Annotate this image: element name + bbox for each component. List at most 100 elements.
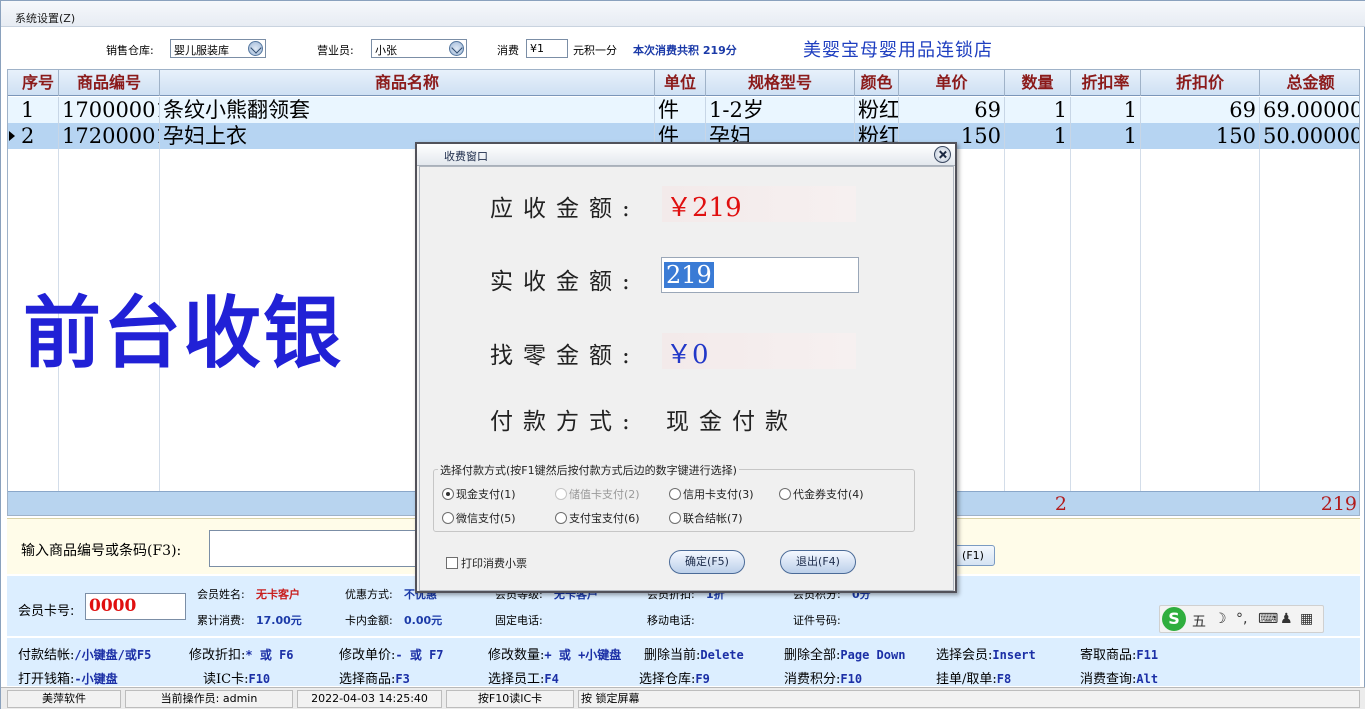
clerk-select[interactable]: 小张 <box>371 39 467 58</box>
print-receipt-checkbox[interactable]: 打印消费小票 <box>446 555 527 571</box>
card-number-input[interactable]: 0000 <box>85 593 186 620</box>
shortcut-cash-drawer: 打开钱箱:-小键盘 <box>18 668 118 687</box>
shortcut-panel: 付款结帐:/小键盘/或F5 修改折扣:* 或 F6 修改单价:- 或 F7 修改… <box>7 638 1360 687</box>
radio-cash[interactable]: 现金支付(1) <box>442 486 516 502</box>
exit-button[interactable]: 退出(F4) <box>780 550 856 574</box>
radio-alipay[interactable]: 支付宝支付(6) <box>555 510 640 526</box>
col-header[interactable]: 序号 <box>18 70 59 96</box>
radio-combined[interactable]: 联合结帐(7) <box>669 510 743 526</box>
member-name-value: 无卡客户 <box>256 588 300 601</box>
menu-system-settings[interactable]: 系统设置(Z) <box>15 10 75 26</box>
shortcut-key: F11 <box>1136 648 1159 662</box>
received-label: 实收金额: <box>490 269 640 295</box>
punctuation-icon[interactable]: °, <box>1236 611 1247 627</box>
col-header[interactable]: 单价 <box>899 70 1005 96</box>
shortcut-key: F10 <box>248 672 271 686</box>
radio-wechat[interactable]: 微信支付(5) <box>442 510 516 526</box>
id-number-label: 证件号码: <box>793 614 841 627</box>
cell-code: 17200001 <box>59 123 160 149</box>
chevron-down-icon[interactable] <box>449 41 464 56</box>
grid-header: 序号 商品编号 商品名称 单位 规格型号 颜色 单价 数量 折扣率 折扣价 总金… <box>8 70 1359 96</box>
cell-no: 1 <box>18 97 59 123</box>
moon-icon[interactable]: ☽ <box>1214 611 1227 627</box>
warehouse-select[interactable]: 婴儿服装库 <box>170 39 266 58</box>
ime-mode[interactable]: 五 <box>1192 611 1206 631</box>
receivable-value: ￥219 <box>666 193 742 223</box>
col-header[interactable]: 颜色 <box>855 70 899 96</box>
shortcut-query: 消费查询:Alt <box>1080 668 1158 687</box>
close-icon[interactable] <box>934 146 951 163</box>
shortcut-key: - 或 F7 <box>395 648 444 662</box>
total-spend-value: 17.00元 <box>256 614 302 627</box>
cell-total: 50.00000 <box>1263 124 1360 148</box>
col-header[interactable]: 折扣率 <box>1071 70 1141 96</box>
shortcut-label: 寄取商品: <box>1080 648 1137 663</box>
keyboard-icon[interactable]: ⌨ <box>1258 611 1278 627</box>
shortcut-label: 选择商品: <box>339 672 396 687</box>
col-header[interactable]: 商品名称 <box>160 70 655 96</box>
shortcut-key: F9 <box>695 672 710 686</box>
confirm-button[interactable]: 确定(F5) <box>669 550 745 574</box>
shortcut-label: 消费积分: <box>784 672 841 687</box>
barcode-label: 输入商品编号或条码(F3): <box>21 543 182 559</box>
card-balance-label: 卡内金额: <box>345 614 393 627</box>
shortcut-label: 修改数量: <box>488 648 545 663</box>
ime-logo-icon[interactable]: S <box>1162 607 1186 631</box>
grid-menu-icon[interactable]: ▦ <box>1300 611 1313 627</box>
shortcut-key: Page Down <box>840 648 906 662</box>
received-amount-input[interactable]: 219 <box>661 257 859 293</box>
shortcut-select-warehouse: 选择仓库:F9 <box>639 668 710 687</box>
card-balance-value: 0.00元 <box>404 614 443 627</box>
col-header[interactable]: 规格型号 <box>706 70 855 96</box>
consume-input[interactable]: ¥1 <box>526 39 568 58</box>
shortcut-select-product: 选择商品:F3 <box>339 668 410 687</box>
dialog-title-bar[interactable]: 收费窗口 <box>417 144 955 166</box>
col-header[interactable]: 单位 <box>655 70 706 96</box>
shortcut-read-ic: 读IC卡:F10 <box>203 668 270 687</box>
radio-icon <box>555 512 567 524</box>
col-header[interactable]: 折扣价 <box>1141 70 1260 96</box>
method-value: 现金付款 <box>666 409 798 435</box>
shortcut-points: 消费积分:F10 <box>784 668 862 687</box>
change-value: ￥0 <box>666 340 709 370</box>
warehouse-label: 销售仓库: <box>106 44 154 57</box>
cell-price: 69 <box>899 97 1005 123</box>
col-header[interactable]: 总金额 <box>1260 70 1359 96</box>
shortcut-price: 修改单价:- 或 F7 <box>339 644 444 663</box>
radio-label: 代金券支付(4) <box>793 488 864 501</box>
cell-rate: 1 <box>1071 97 1141 123</box>
shortcut-label: 选择员工: <box>488 672 545 687</box>
col-header[interactable]: 商品编号 <box>59 70 160 96</box>
cell-color: 粉红 <box>855 97 899 123</box>
shortcut-key: + 或 +小键盘 <box>544 648 622 662</box>
radio-credit-card[interactable]: 信用卡支付(3) <box>669 486 754 502</box>
radio-icon <box>779 488 791 500</box>
table-row[interactable]: 1 17000001 条纹小熊翻领套 件 1-2岁 粉红 69 1 1 69 6… <box>8 97 1359 123</box>
radio-voucher[interactable]: 代金券支付(4) <box>779 486 864 502</box>
shortcut-checkout: 付款结帐:/小键盘/或F5 <box>18 644 151 663</box>
user-icon[interactable]: ♟ <box>1280 611 1293 627</box>
shortcut-key: F10 <box>840 672 863 686</box>
radio-label: 信用卡支付(3) <box>683 488 754 501</box>
card-label: 会员卡号: <box>18 604 75 619</box>
chevron-down-icon[interactable] <box>248 41 263 56</box>
strip-button[interactable]: (F1) <box>951 545 995 566</box>
shortcut-key: Alt <box>1136 672 1159 686</box>
amount-total: 219 <box>1320 493 1357 515</box>
row-pointer-icon <box>9 131 15 141</box>
barcode-input[interactable] <box>209 530 429 567</box>
col-header[interactable]: 数量 <box>1005 70 1071 96</box>
radio-label: 联合结帐(7) <box>683 512 743 525</box>
payment-method-legend: 选择付款方式(按F1键然后按付款方式后边的数字键进行选择) <box>438 462 739 478</box>
mobile-label: 移动电话: <box>647 614 695 627</box>
shortcut-select-employee: 选择员工:F4 <box>488 668 559 687</box>
status-datetime: 2022-04-03 14:25:40 <box>297 690 442 708</box>
shortcut-label: 消费查询: <box>1080 672 1137 687</box>
phone-label: 固定电话: <box>495 614 543 627</box>
receivable-box: ￥219 <box>662 186 856 223</box>
grid-divider <box>1140 149 1141 491</box>
warehouse-value: 婴儿服装库 <box>174 44 229 57</box>
ime-toolbar[interactable]: S 五 ☽ °, ⌨ ♟ ▦ <box>1159 605 1324 633</box>
clerk-value: 小张 <box>375 44 397 57</box>
shortcut-label: 挂单/取单: <box>936 672 997 687</box>
